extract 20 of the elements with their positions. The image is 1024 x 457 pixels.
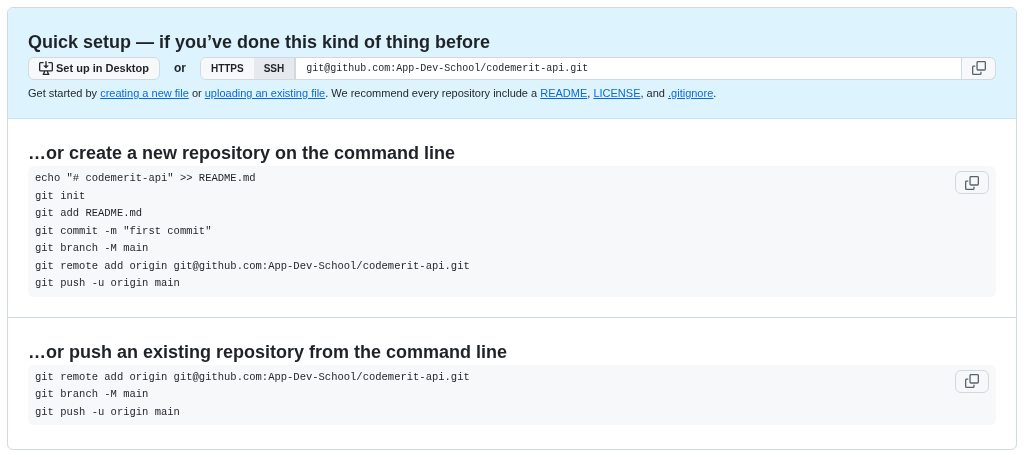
text-link[interactable]: uploading an existing file	[204, 87, 326, 99]
getting-started-text: Get started by creating a new file or uploading an existing file. We recommend every repository include a README, LICENSE, and .gitignore.	[28, 86, 718, 101]
copy-icon	[965, 374, 979, 388]
desktop-download-icon	[39, 61, 53, 75]
command-listing: git remote add origin git@github.com:App-Dev-School/codemerit-api.git git branch -M main git push -u origin main	[35, 369, 470, 420]
clone-url-field[interactable]: git@github.com:App-Dev-School/codemerit-api.git	[295, 56, 962, 80]
or-label: or	[173, 60, 186, 77]
command-listing: echo "# codemerit-api" >> README.md git init git add README.md git commit -m "first commit" git branch -M main git remote add origin git@github.com:App-Dev-School/codemerit-api.git git push -u origin main	[35, 171, 470, 291]
desktop-button[interactable]: Set up in Desktop	[28, 56, 160, 80]
copy-icon	[971, 61, 986, 75]
copy-button[interactable]	[962, 56, 996, 80]
quick-setup-title: Quick setup — if you’ve done this kind of thing before	[28, 31, 492, 54]
copy-icon	[965, 175, 979, 190]
copy-button[interactable]	[955, 369, 989, 393]
copy-button[interactable]	[955, 171, 989, 194]
protocol-tab[interactable]: HTTPS	[200, 57, 254, 79]
text-link[interactable]: creating a new file	[100, 87, 189, 99]
section-title: …or create a new repository on the command line	[28, 142, 457, 165]
protocol-tab[interactable]: SSH	[253, 57, 295, 79]
section-title: …or push an existing repository from the command line	[28, 340, 509, 364]
